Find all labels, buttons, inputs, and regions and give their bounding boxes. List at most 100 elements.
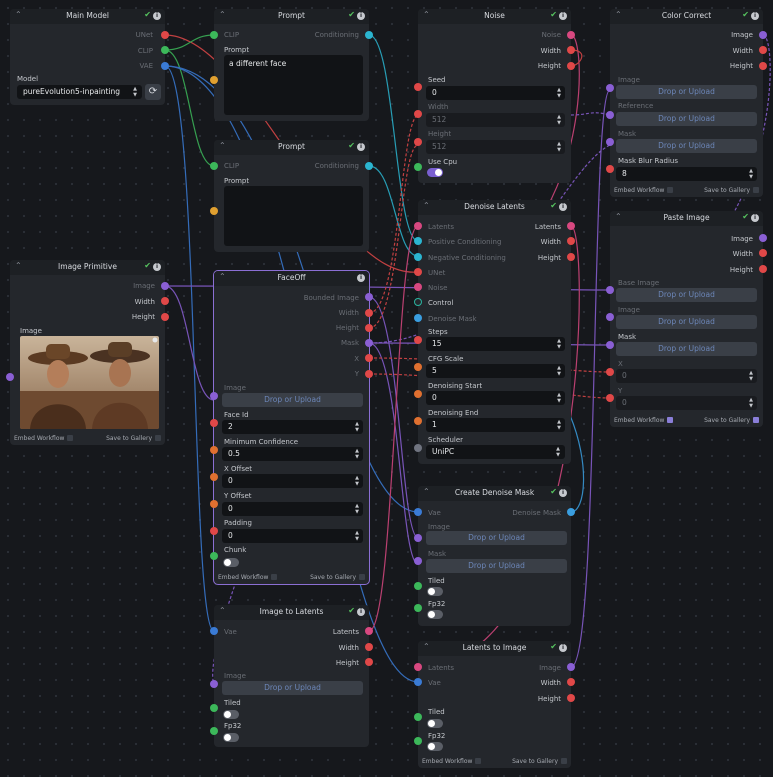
input-handle-width[interactable] bbox=[414, 110, 422, 118]
input-handle-cfg[interactable] bbox=[414, 363, 422, 371]
dend-input[interactable]: 1 ▲ ▼ bbox=[426, 418, 565, 432]
input-handle-image[interactable] bbox=[6, 373, 14, 381]
input-handle-unet[interactable] bbox=[414, 268, 422, 276]
tiled-toggle[interactable] bbox=[223, 710, 239, 719]
embed-checkbox[interactable] bbox=[271, 574, 278, 580]
base-image-drop-button[interactable]: Drop or Upload bbox=[616, 288, 757, 302]
blur-input[interactable]: 8 ▲ ▼ bbox=[616, 167, 757, 181]
info-icon[interactable]: i bbox=[559, 489, 567, 497]
output-handle-height[interactable] bbox=[567, 694, 575, 702]
node-header[interactable]: ⌃ Prompt ✔ i bbox=[214, 9, 369, 24]
output-handle-clip[interactable] bbox=[161, 46, 169, 54]
faceid-input[interactable]: 2 ▲ ▼ bbox=[222, 420, 363, 434]
save-checkbox[interactable] bbox=[561, 758, 567, 764]
embed-checkbox[interactable] bbox=[67, 435, 74, 441]
stepper-icon[interactable]: ▲ ▼ bbox=[749, 168, 753, 180]
node-header[interactable]: ⌃ Image to Latents ✔ i bbox=[214, 605, 369, 620]
input-handle-tiled[interactable] bbox=[414, 713, 422, 721]
embed-checkbox[interactable] bbox=[667, 417, 674, 423]
tiled-toggle[interactable] bbox=[427, 719, 443, 728]
output-handle-image[interactable] bbox=[567, 663, 575, 671]
stepper-icon[interactable]: ▲ ▼ bbox=[355, 448, 359, 460]
stepper-icon[interactable]: ▲ ▼ bbox=[557, 338, 561, 350]
stepper-icon[interactable]: ▲ ▼ bbox=[557, 141, 561, 153]
output-handle-height[interactable] bbox=[759, 62, 767, 70]
input-handle-scheduler[interactable] bbox=[414, 444, 422, 452]
save-checkbox[interactable] bbox=[359, 574, 365, 580]
input-handle-vae[interactable] bbox=[414, 508, 422, 516]
input-handle-y[interactable] bbox=[606, 394, 614, 402]
input-handle-image[interactable] bbox=[606, 84, 614, 92]
node-latents-to-image[interactable]: ⌃ Latents to Image ✔ i Latents Image Vae Wi… bbox=[414, 641, 575, 768]
node-header[interactable]: ⌃ Noise ✔ i bbox=[418, 9, 571, 24]
info-icon[interactable]: i bbox=[357, 608, 365, 616]
input-handle-seed[interactable] bbox=[414, 83, 422, 91]
output-handle-unet[interactable] bbox=[161, 31, 169, 39]
info-icon[interactable]: i bbox=[751, 12, 759, 20]
output-handle-latents[interactable] bbox=[365, 627, 373, 635]
info-icon[interactable]: i bbox=[357, 274, 365, 282]
save-to-gallery[interactable]: Save to Gallery bbox=[704, 187, 759, 194]
output-handle-image[interactable] bbox=[759, 234, 767, 242]
input-handle-noise[interactable] bbox=[414, 283, 422, 291]
input-handle-latents[interactable] bbox=[414, 222, 422, 230]
output-handle-width[interactable] bbox=[567, 46, 575, 54]
node-faceoff[interactable]: ⌃ FaceOff i Bounded Image Width Height Mas… bbox=[210, 270, 373, 585]
stepper-icon[interactable]: ▲ ▼ bbox=[749, 397, 753, 409]
input-handle-yoff[interactable] bbox=[210, 500, 218, 508]
info-icon[interactable]: i bbox=[153, 263, 161, 271]
output-handle-image[interactable] bbox=[161, 282, 169, 290]
stepper-icon[interactable]: ▲ ▼ bbox=[355, 421, 359, 433]
xoff-input[interactable]: 0 ▲ ▼ bbox=[222, 474, 363, 488]
y-input[interactable]: 0 ▲ ▼ bbox=[616, 396, 757, 410]
input-handle-reference[interactable] bbox=[606, 111, 614, 119]
embed-workflow[interactable]: Embed Workflow bbox=[218, 574, 278, 581]
width-input[interactable]: 512 ▲ ▼ bbox=[426, 113, 565, 127]
save-to-gallery[interactable]: Save to Gallery bbox=[310, 574, 365, 581]
input-handle-chunk[interactable] bbox=[210, 552, 218, 560]
output-handle-x[interactable] bbox=[365, 354, 373, 362]
output-handle-conditioning[interactable] bbox=[365, 31, 373, 39]
node-header[interactable]: ⌃ FaceOff i bbox=[214, 271, 369, 286]
input-handle-prompt[interactable] bbox=[210, 76, 218, 84]
input-handle-xoff[interactable] bbox=[210, 473, 218, 481]
input-handle-image[interactable] bbox=[210, 680, 218, 688]
output-handle-height[interactable] bbox=[365, 324, 373, 332]
input-handle-negative[interactable] bbox=[414, 253, 422, 261]
node-create-denoise-mask[interactable]: ⌃ Create Denoise Mask ✔ i Vae Denoise Mask … bbox=[414, 486, 575, 626]
output-handle-mask[interactable] bbox=[365, 339, 373, 347]
node-prompt-2[interactable]: ⌃ Prompt ✔ i CLIP Conditioning Prompt bbox=[210, 140, 373, 252]
save-checkbox[interactable] bbox=[753, 417, 759, 423]
info-icon[interactable]: i bbox=[357, 143, 365, 151]
stepper-icon[interactable]: ▲ ▼ bbox=[557, 419, 561, 431]
node-header[interactable]: ⌃ Prompt ✔ i bbox=[214, 140, 369, 155]
mask-drop-button[interactable]: Drop or Upload bbox=[426, 559, 567, 573]
stepper-icon[interactable]: ▲ ▼ bbox=[749, 370, 753, 382]
output-handle-width[interactable] bbox=[365, 643, 373, 651]
input-handle-prompt[interactable] bbox=[210, 207, 218, 215]
save-to-gallery[interactable]: Save to Gallery bbox=[106, 435, 161, 442]
stepper-icon[interactable]: ▲ ▼ bbox=[355, 530, 359, 542]
fp32-toggle[interactable] bbox=[427, 610, 443, 619]
node-header[interactable]: ⌃ Paste Image ✔ i bbox=[610, 211, 763, 226]
node-header[interactable]: ⌃ Color Correct ✔ i bbox=[610, 9, 763, 24]
output-handle-width[interactable] bbox=[567, 237, 575, 245]
node-header[interactable]: ⌃ Main Model ✔ i bbox=[10, 9, 165, 24]
input-handle-x[interactable] bbox=[606, 368, 614, 376]
info-icon[interactable]: i bbox=[751, 214, 759, 222]
sync-models-icon[interactable]: ⟳ bbox=[145, 84, 161, 100]
embed-workflow[interactable]: Embed Workflow bbox=[14, 435, 74, 442]
embed-workflow[interactable]: Embed Workflow bbox=[614, 417, 674, 424]
chunk-toggle[interactable] bbox=[223, 558, 239, 567]
save-checkbox[interactable] bbox=[753, 187, 759, 193]
yoff-input[interactable]: 0 ▲ ▼ bbox=[222, 502, 363, 516]
save-to-gallery[interactable]: Save to Gallery bbox=[704, 417, 759, 424]
save-to-gallery[interactable]: Save to Gallery bbox=[512, 758, 567, 765]
model-select[interactable]: pureEvolution5-inpainting ▲ ▼ bbox=[17, 85, 142, 99]
output-handle-width[interactable] bbox=[759, 46, 767, 54]
node-denoise-latents[interactable]: ⌃ Denoise Latents ✔ i Latents Latents Width… bbox=[414, 200, 575, 464]
input-handle-height[interactable] bbox=[414, 138, 422, 146]
steps-input[interactable]: 15 ▲ ▼ bbox=[426, 337, 565, 351]
scheduler-select[interactable]: UniPC ▲ ▼ bbox=[426, 445, 565, 459]
height-input[interactable]: 512 ▲ ▼ bbox=[426, 140, 565, 154]
